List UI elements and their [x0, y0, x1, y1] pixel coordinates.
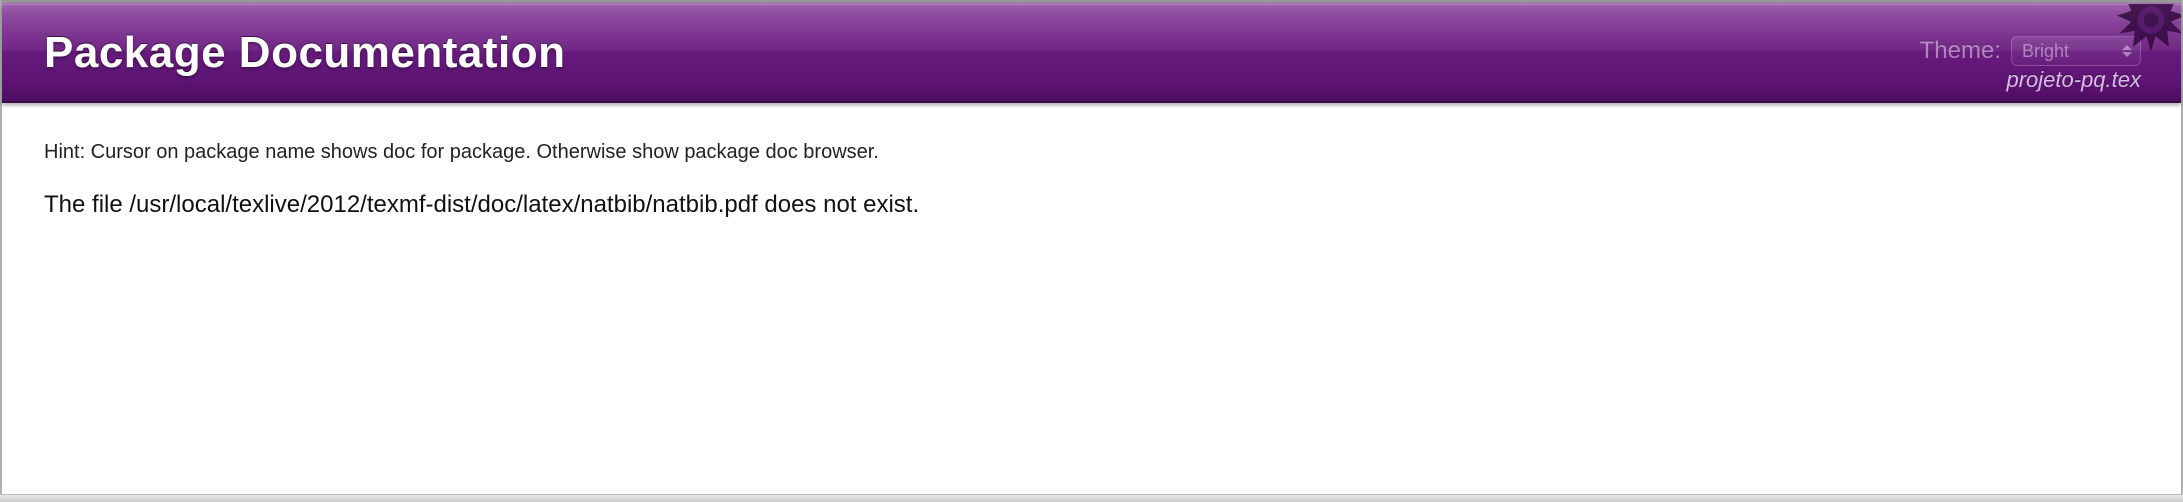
page-title: Package Documentation	[44, 28, 566, 78]
content-area: Hint: Cursor on package name shows doc f…	[2, 103, 2181, 500]
hint-text: Hint: Cursor on package name shows doc f…	[44, 141, 2139, 164]
window-frame: Package Documentation Theme: Bright	[0, 0, 2183, 502]
gear-icon[interactable]	[2106, 3, 2181, 79]
theme-select-value: Bright	[2022, 41, 2069, 62]
window-bottom-edge	[0, 494, 2183, 502]
header-bar: Package Documentation Theme: Bright	[2, 3, 2181, 103]
theme-label: Theme:	[1920, 37, 2001, 65]
error-message: The file /usr/local/texlive/2012/texmf-d…	[44, 188, 2139, 222]
